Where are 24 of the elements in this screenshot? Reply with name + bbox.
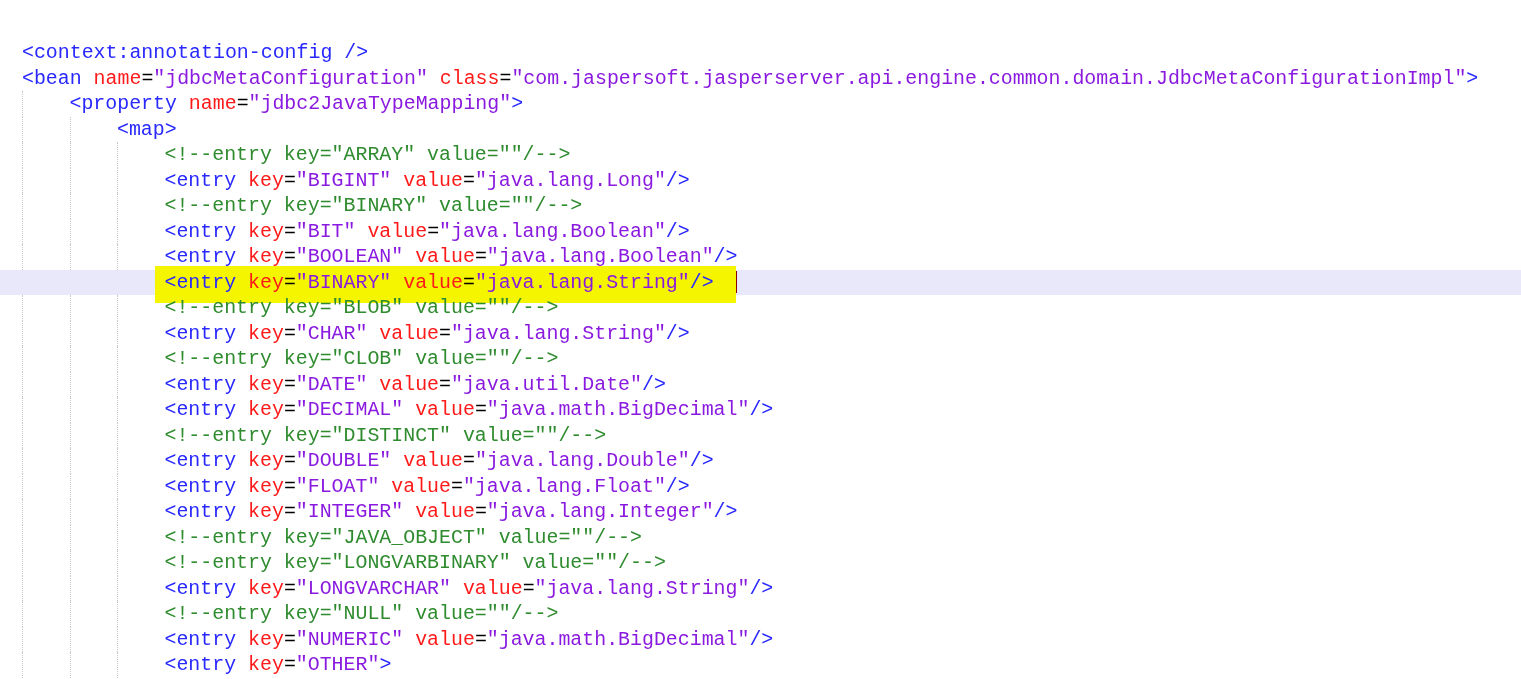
code-line: <bean name="jdbcMetaConfiguration" class="com.jaspersoft.jasperserver.api.engine.common.domain.JdbcMetaConfigurationImpl"> <box>22 66 1479 90</box>
text-cursor <box>735 271 737 294</box>
code-line: <!--entry key="JAVA_OBJECT" value=""/--> <box>164 525 642 549</box>
code-line: <map> <box>117 117 177 141</box>
code-line: <entry key="BIGINT" value="java.lang.Long"/> <box>164 168 690 192</box>
code-line: <entry key="FLOAT" value="java.lang.Float"/> <box>164 474 690 498</box>
code-line: <entry key="DECIMAL" value="java.math.BigDecimal"/> <box>164 398 774 421</box>
code-line: <property name="jdbc2JavaTypeMapping"> <box>69 92 524 115</box>
code-line: <entry key="BOOLEAN" value="java.lang.Boolean"/> <box>164 245 738 268</box>
code-line: <entry key="CHAR" value="java.lang.String"/> <box>164 321 690 345</box>
code-line: <entry key="DATE" value="java.util.Date"/> <box>164 372 666 396</box>
code-line: <entry key="INTEGER" value="java.lang.Integer"/> <box>164 500 738 523</box>
code-line: <!--entry key="CLOB" value=""/--> <box>164 347 559 370</box>
code-line: <!--entry key="BINARY" value=""/--> <box>164 194 583 217</box>
code-line: <!--entry key="NULL" value=""/--> <box>164 602 559 625</box>
code-line: <!--entry key="DISTINCT" value=""/--> <box>164 423 607 447</box>
code-line: <entry key="LONGVARCHAR" value="java.lang.String"/> <box>164 576 774 600</box>
code-line: <entry key="OTHER"> <box>164 653 392 676</box>
code-line: <context:annotation-config /> <box>22 41 369 64</box>
code-line: <!--entry key="LONGVARBINARY" value=""/--> <box>164 551 666 574</box>
code-line: <!--entry key="ARRAY" value=""/--> <box>164 143 571 166</box>
code-line: <entry key="NUMERIC" value="java.math.BigDecimal"/> <box>164 627 774 651</box>
code-line: <entry key="DOUBLE" value="java.lang.Double"/> <box>164 449 714 472</box>
code-line: <entry key="BIT" value="java.lang.Boolean"/> <box>164 219 690 243</box>
